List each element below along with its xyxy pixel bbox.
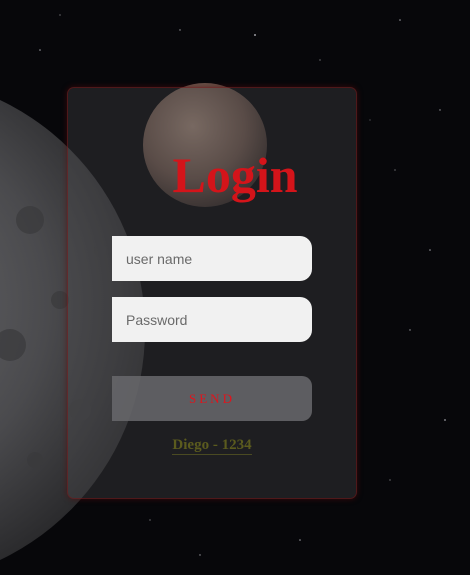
username-input[interactable] [112, 236, 312, 281]
password-input[interactable] [112, 297, 312, 342]
send-button[interactable]: SEND [112, 376, 312, 421]
page-title: Login [172, 147, 298, 203]
credentials-hint: Diego - 1234 [112, 436, 312, 455]
credentials-hint-text: Diego - 1234 [172, 437, 252, 455]
